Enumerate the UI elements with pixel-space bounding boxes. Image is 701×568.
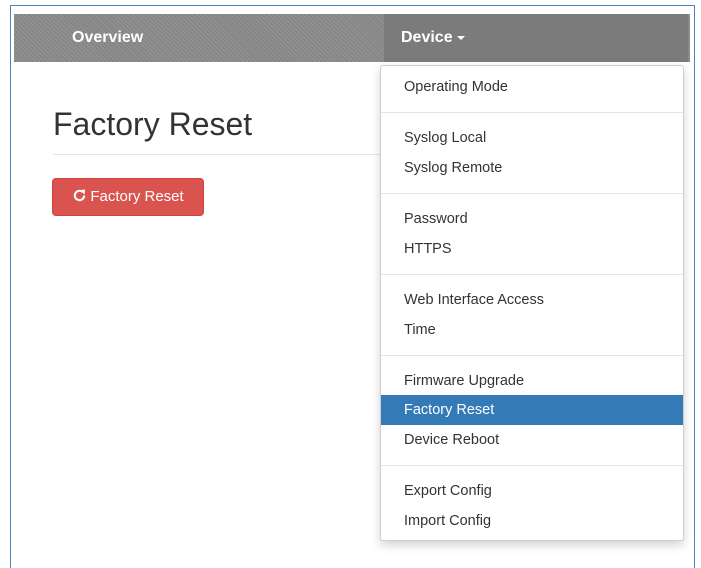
nav-device-label: Device [401,29,453,46]
menu-divider [381,112,683,113]
menu-item-https[interactable]: HTTPS [381,234,683,264]
menu-item-password[interactable]: Password [381,204,683,234]
menu-item-operating-mode[interactable]: Operating Mode [381,72,683,102]
menu-item-device-reboot[interactable]: Device Reboot [381,425,683,455]
caret-down-icon [456,35,465,40]
menu-item-syslog-remote[interactable]: Syslog Remote [381,153,683,183]
nav-device-dropdown-toggle[interactable]: Device [384,14,688,62]
device-dropdown-menu: Operating Mode Syslog Local Syslog Remot… [380,65,684,541]
menu-item-web-interface-access[interactable]: Web Interface Access [381,285,683,315]
menu-divider [381,274,683,275]
menu-item-import-config[interactable]: Import Config [381,506,683,536]
menu-item-syslog-local[interactable]: Syslog Local [381,123,683,153]
factory-reset-button[interactable]: Factory Reset [52,178,204,216]
menu-divider [381,193,683,194]
menu-divider [381,355,683,356]
menu-item-time[interactable]: Time [381,315,683,345]
nav-overview[interactable]: Overview [72,14,143,62]
app-window: Overview Device Factory Reset Factory Re… [10,5,695,568]
menu-item-export-config[interactable]: Export Config [381,476,683,506]
menu-item-firmware-upgrade[interactable]: Firmware Upgrade [381,366,683,396]
top-navbar: Overview Device [14,14,690,62]
factory-reset-button-label: Factory Reset [90,188,184,205]
menu-item-factory-reset[interactable]: Factory Reset [381,395,683,425]
title-divider [53,154,393,155]
page-title: Factory Reset [53,106,253,142]
refresh-icon [72,181,87,217]
menu-divider [381,465,683,466]
